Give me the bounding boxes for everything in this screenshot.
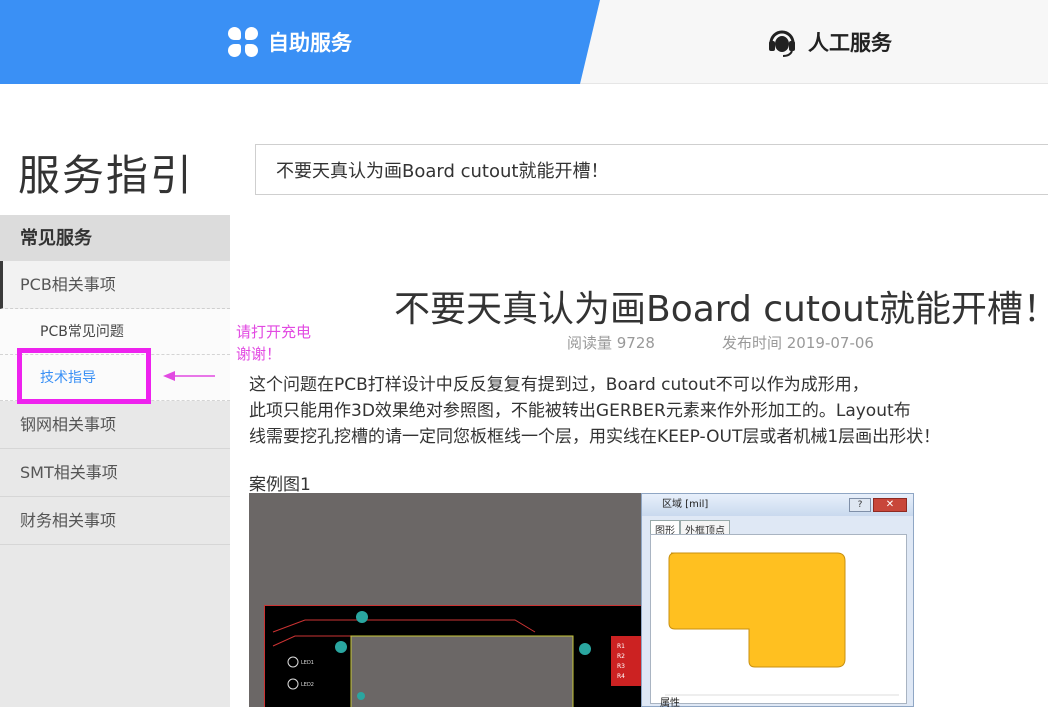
dialog-shape-panel bbox=[650, 534, 907, 704]
annotation-highlight-box bbox=[17, 348, 151, 404]
pcb-label-r2: R2 bbox=[617, 653, 625, 660]
annotation-line-1: 请打开充电 bbox=[236, 323, 312, 341]
article-body-line-3: 线需要挖孔挖槽的请一定同您板框线一个层，用实线在KEEP-OUT层或者机械1层画… bbox=[249, 427, 941, 447]
dialog-help-button: ? bbox=[849, 498, 871, 512]
page-title: 服务指引 bbox=[18, 151, 195, 200]
sidebar-item-stencil[interactable]: 钢网相关事项 bbox=[0, 401, 230, 449]
pcb-label-r1: R1 bbox=[617, 643, 625, 650]
article-title: 不要天真认为画Board cutout就能开槽！ bbox=[394, 289, 1048, 330]
case-figure-label: 案例图1 bbox=[249, 475, 311, 495]
annotation-arrow-icon bbox=[163, 371, 215, 381]
article-read-count: 阅读量 9728 bbox=[567, 334, 655, 352]
article-publish-date: 发布时间 2019-07-06 bbox=[722, 334, 874, 352]
pcb-label-r4: R4 bbox=[617, 673, 625, 680]
sidebar-heading: 常见服务 bbox=[0, 215, 230, 261]
dialog-properties-label: 属性 bbox=[660, 698, 680, 707]
annotation-text: 请打开充电 谢谢！ bbox=[236, 321, 311, 365]
article-body-line-2: 此项只能用作3D效果绝对参照图，不能被转出GERBER元素来作外形加工的。Lay… bbox=[249, 401, 911, 421]
tab-self-service[interactable]: 自助服务 bbox=[0, 0, 600, 84]
article-body-line-1: 这个问题在PCB打样设计中反反复复有提到过，Board cutout不可以作为成… bbox=[249, 375, 869, 395]
clover-icon bbox=[228, 27, 258, 57]
sidebar-item-pcb[interactable]: PCB相关事项 bbox=[0, 261, 230, 309]
region-dialog-image: 区域 [mil] ? ✕ 图形 外框顶点 属性 bbox=[641, 493, 914, 707]
sidebar-item-finance[interactable]: 财务相关事项 bbox=[0, 497, 230, 545]
tab-human-service-label: 人工服务 bbox=[808, 31, 892, 55]
headset-icon bbox=[769, 30, 795, 57]
dialog-close-button: ✕ bbox=[873, 498, 907, 512]
tab-human-service[interactable]: 人工服务 bbox=[600, 0, 1048, 84]
pcb-label-led1: LED1 bbox=[301, 660, 314, 666]
top-navigation: 自助服务 人工服务 bbox=[0, 0, 1048, 84]
tab-self-service-label: 自助服务 bbox=[268, 31, 352, 55]
annotation-line-2: 谢谢！ bbox=[236, 345, 282, 363]
search-input[interactable]: 不要天真认为画Board cutout就能开槽！ bbox=[255, 144, 1048, 195]
article-body: 这个问题在PCB打样设计中反反复复有提到过，Board cutout不可以作为成… bbox=[249, 372, 1029, 450]
sidebar: 常见服务 PCB相关事项 PCB常见问题 技术指导 钢网相关事项 SMT相关事项… bbox=[0, 215, 230, 707]
search-input-value: 不要天真认为画Board cutout就能开槽！ bbox=[276, 160, 609, 182]
pcb-layout-image: R1 R2 R3 R4 LED1 LED2 bbox=[264, 605, 643, 707]
pcb-label-led2: LED2 bbox=[301, 682, 314, 688]
region-shape bbox=[665, 552, 899, 696]
pcb-label-r3: R3 bbox=[617, 663, 625, 670]
case-figure-image: R1 R2 R3 R4 LED1 LED2 区域 [mil] ? ✕ 图形 外框… bbox=[249, 493, 914, 707]
pcb-traces: R1 R2 R3 R4 LED1 LED2 bbox=[272, 611, 643, 707]
sidebar-item-smt[interactable]: SMT相关事项 bbox=[0, 449, 230, 497]
